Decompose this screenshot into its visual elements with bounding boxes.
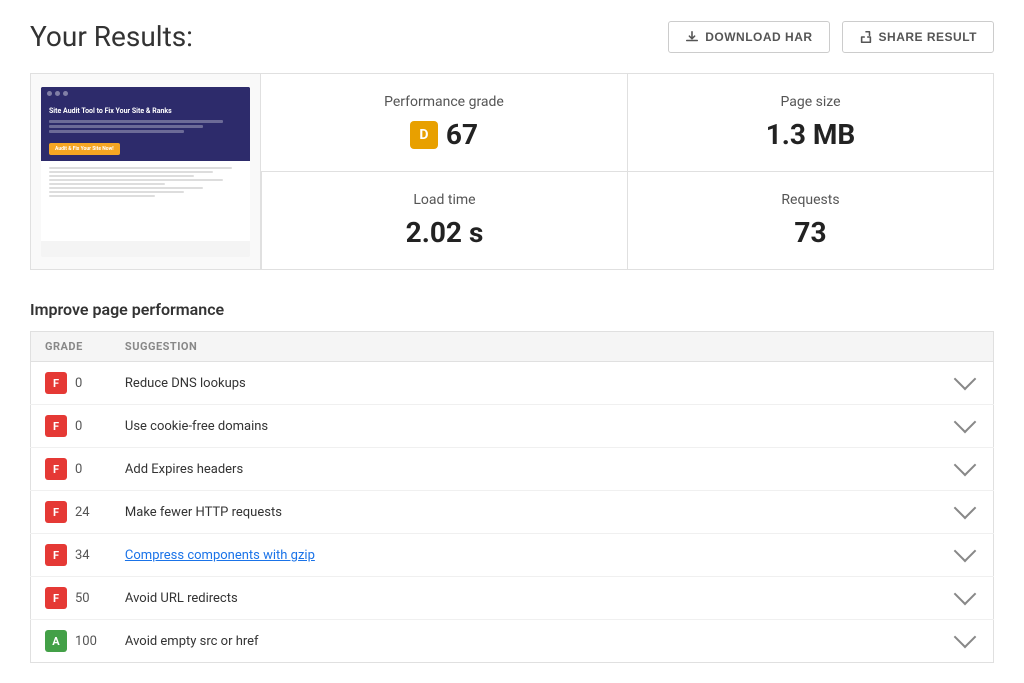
load-time-value: 2.02 s <box>406 216 484 249</box>
expand-button[interactable] <box>951 632 979 650</box>
load-time-cell: Load time 2.02 s <box>261 172 627 269</box>
score-number: 34 <box>75 548 90 563</box>
download-icon <box>685 30 699 44</box>
expand-cell-6[interactable] <box>937 620 994 663</box>
score-number: 100 <box>75 634 97 649</box>
expand-cell-2[interactable] <box>937 448 994 491</box>
suggestion-text: Avoid URL redirects <box>125 591 238 606</box>
chevron-down-icon <box>954 411 977 434</box>
suggestion-cell-4[interactable]: Compress components with gzip <box>111 534 937 577</box>
suggestion-text: Reduce DNS lookups <box>125 376 246 391</box>
score-number: 24 <box>75 505 90 520</box>
page-size-value: 1.3 MB <box>766 118 856 151</box>
page-size-cell: Page size 1.3 MB <box>627 74 993 172</box>
grade-cell-3: F 24 <box>31 491 111 534</box>
grade-badge: F <box>45 587 67 609</box>
page-header: Your Results: DOWNLOAD HAR SHARE RESULT <box>30 20 994 53</box>
expand-button[interactable] <box>951 460 979 478</box>
grade-badge: F <box>45 458 67 480</box>
requests-value: 73 <box>794 216 826 249</box>
results-grid: Site Audit Tool to Fix Your Site & Ranks… <box>30 73 994 270</box>
expand-button[interactable] <box>951 589 979 607</box>
chevron-down-icon <box>954 540 977 563</box>
table-row: F0 Reduce DNS lookups <box>31 362 994 405</box>
grade-badge: F <box>45 415 67 437</box>
suggestion-cell-3: Make fewer HTTP requests <box>111 491 937 534</box>
expand-cell-0[interactable] <box>937 362 994 405</box>
table-row: F 50 Avoid URL redirects <box>31 577 994 620</box>
score-number: 0 <box>75 376 82 391</box>
share-result-button[interactable]: SHARE RESULT <box>842 21 994 53</box>
expand-button[interactable] <box>951 546 979 564</box>
table-row: F 34 Compress components with gzip <box>31 534 994 577</box>
requests-cell: Requests 73 <box>627 172 993 269</box>
suggestion-cell-1: Use cookie-free domains <box>111 405 937 448</box>
expand-button[interactable] <box>951 374 979 392</box>
chevron-down-icon <box>954 368 977 391</box>
page-size-label: Page size <box>780 94 840 110</box>
table-row: F 24 Make fewer HTTP requests <box>31 491 994 534</box>
table-row: F0 Add Expires headers <box>31 448 994 491</box>
suggestion-cell-6: Avoid empty src or href <box>111 620 937 663</box>
site-screenshot: Site Audit Tool to Fix Your Site & Ranks… <box>41 87 250 257</box>
expand-button[interactable] <box>951 417 979 435</box>
table-row: F0 Use cookie-free domains <box>31 405 994 448</box>
suggestion-cell-0: Reduce DNS lookups <box>111 362 937 405</box>
expand-cell-3[interactable] <box>937 491 994 534</box>
table-header-row: GRADE SUGGESTION <box>31 332 994 362</box>
expand-cell-5[interactable] <box>937 577 994 620</box>
header-actions: DOWNLOAD HAR SHARE RESULT <box>668 21 994 53</box>
download-har-button[interactable]: DOWNLOAD HAR <box>668 21 829 53</box>
performance-section: Improve page performance GRADE SUGGESTIO… <box>30 300 994 663</box>
suggestion-text: Use cookie-free domains <box>125 419 268 434</box>
expand-cell-4[interactable] <box>937 534 994 577</box>
expand-button[interactable] <box>951 503 979 521</box>
chevron-down-icon <box>954 583 977 606</box>
grade-cell-6: A 100 <box>31 620 111 663</box>
grade-cell-0: F0 <box>31 362 111 405</box>
col-grade: GRADE <box>31 332 111 362</box>
grade-letter-badge: D <box>410 121 438 149</box>
grade-badge: F <box>45 544 67 566</box>
col-suggestion: SUGGESTION <box>111 332 937 362</box>
score-number: 50 <box>75 591 90 606</box>
suggestion-text: Add Expires headers <box>125 462 243 477</box>
page-title: Your Results: <box>30 20 193 53</box>
suggestion-text[interactable]: Compress components with gzip <box>125 548 315 563</box>
performance-grade-value: D 67 <box>410 118 478 151</box>
grade-cell-1: F0 <box>31 405 111 448</box>
share-icon <box>859 30 873 44</box>
suggestion-text: Make fewer HTTP requests <box>125 505 282 520</box>
requests-label: Requests <box>781 192 839 208</box>
load-time-label: Load time <box>413 192 475 208</box>
chevron-down-icon <box>954 626 977 649</box>
performance-grade-label: Performance grade <box>384 94 504 110</box>
screenshot-preview: Site Audit Tool to Fix Your Site & Ranks… <box>31 74 261 269</box>
score-number: 0 <box>75 462 82 477</box>
grade-badge: F <box>45 501 67 523</box>
suggestion-cell-5: Avoid URL redirects <box>111 577 937 620</box>
performance-grade-number: 67 <box>446 118 478 151</box>
score-number: 0 <box>75 419 82 434</box>
section-title: Improve page performance <box>30 300 994 319</box>
expand-cell-1[interactable] <box>937 405 994 448</box>
chevron-down-icon <box>954 454 977 477</box>
suggestion-text: Avoid empty src or href <box>125 634 259 649</box>
grade-cell-4: F 34 <box>31 534 111 577</box>
chevron-down-icon <box>954 497 977 520</box>
table-row: A 100 Avoid empty src or href <box>31 620 994 663</box>
grade-badge: A <box>45 630 67 652</box>
performance-table: GRADE SUGGESTION F0Reduce DNS lookupsF0U… <box>30 331 994 663</box>
performance-grade-cell: Performance grade D 67 <box>261 74 627 172</box>
col-expand <box>937 332 994 362</box>
grade-cell-5: F 50 <box>31 577 111 620</box>
grade-cell-2: F0 <box>31 448 111 491</box>
grade-badge: F <box>45 372 67 394</box>
suggestion-cell-2: Add Expires headers <box>111 448 937 491</box>
